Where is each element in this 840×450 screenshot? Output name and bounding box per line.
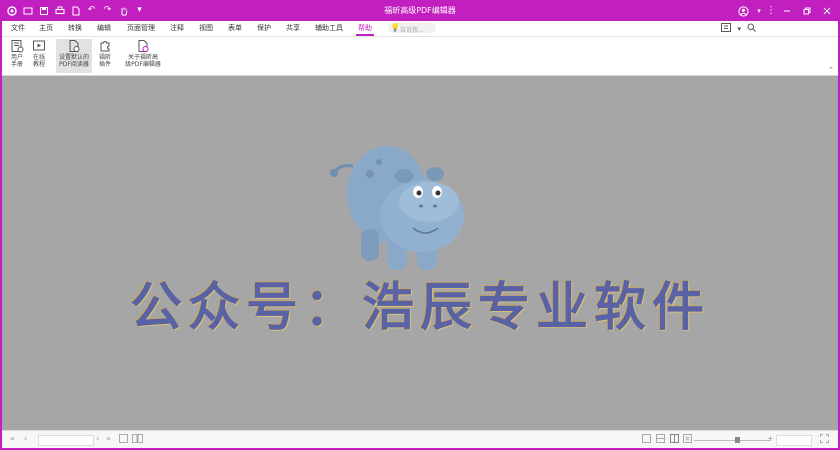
zoom-level-input[interactable] [776, 435, 812, 446]
account-icon[interactable] [736, 4, 750, 18]
two-page-icon[interactable] [132, 434, 143, 446]
menu-file[interactable]: 文件 [11, 23, 25, 33]
search-placeholder: 告诉我... [400, 27, 424, 34]
window-controls: ▾ ⋮ [736, 4, 834, 18]
plugins-label-1: 福昕 [98, 54, 111, 61]
page-view-icon[interactable] [119, 434, 128, 446]
search-icon[interactable] [747, 23, 756, 34]
page-number-input[interactable] [38, 435, 94, 446]
previous-page-icon[interactable]: ‹ [24, 434, 27, 444]
single-page-view-icon[interactable] [642, 434, 651, 446]
menu-share[interactable]: 共享 [286, 23, 300, 33]
layout-icon[interactable] [721, 23, 732, 34]
menu-view[interactable]: 视图 [199, 23, 213, 33]
menu-help[interactable]: 帮助 [356, 23, 374, 36]
restore-icon[interactable] [800, 4, 814, 18]
last-page-icon[interactable]: » [106, 434, 111, 444]
set-default-reader-label-2: PDF阅读器 [59, 61, 89, 68]
online-tutorial-label-1: 在线 [32, 54, 45, 61]
user-manual-label-1: 用户 [10, 54, 23, 61]
about-label-1: 关于福昕高 [127, 54, 158, 61]
search-box[interactable] [762, 28, 832, 29]
menu-edit[interactable]: 编辑 [97, 23, 111, 33]
next-page-icon[interactable]: › [96, 434, 99, 444]
user-manual-icon [11, 40, 24, 53]
zoom-slider-handle[interactable] [735, 437, 740, 443]
menu-comment[interactable]: 注释 [170, 23, 184, 33]
facing-view-icon[interactable] [670, 434, 679, 446]
menu-right-tools: ▾ [721, 23, 832, 34]
online-tutorial-button[interactable]: 在线 教程 [31, 39, 47, 68]
continuous-view-icon[interactable] [656, 434, 665, 446]
puzzle-icon [100, 41, 110, 52]
menu-bar: 文件 主页 转换 编辑 页面管理 注释 视图 表单 保护 共享 辅助工具 帮助 … [2, 21, 838, 37]
title-bar: ↶ ↷ ▾ 福昕高级PDF编辑器 ▾ ⋮ [2, 2, 838, 21]
fit-page-icon[interactable] [683, 434, 692, 446]
menu-home[interactable]: 主页 [39, 23, 53, 33]
about-button[interactable]: 关于福昕高 级PDF编辑器 [122, 39, 164, 68]
tell-me-search[interactable]: 💡 告诉我... [388, 23, 436, 34]
zoom-slider[interactable] [694, 440, 770, 441]
close-icon[interactable] [820, 4, 834, 18]
layout-dropdown-icon[interactable]: ▾ [737, 25, 741, 33]
app-window: ↶ ↷ ▾ 福昕高级PDF编辑器 ▾ ⋮ 文件 主页 转换 编辑 页面管理 注释… [2, 2, 838, 448]
collapse-ribbon-icon[interactable]: ⌃ [828, 66, 834, 74]
about-label-2: 级PDF编辑器 [125, 61, 161, 68]
set-default-reader-label-1: 设置默认的 [58, 54, 89, 61]
plugins-button[interactable]: 福昕 插件 [97, 39, 113, 68]
plugins-label-2: 插件 [98, 61, 111, 68]
set-default-reader-button[interactable]: 设置默认的 PDF阅读器 [56, 39, 92, 73]
minimize-icon[interactable] [780, 4, 794, 18]
first-page-icon[interactable]: « [10, 434, 15, 444]
menu-form[interactable]: 表单 [228, 23, 242, 33]
lightbulb-icon: 💡 [390, 23, 400, 32]
account-dropdown-icon[interactable]: ▾ [756, 4, 762, 18]
more-vertical-icon[interactable]: ⋮ [766, 4, 776, 18]
user-manual-label-2: 手册 [10, 61, 23, 68]
fullscreen-icon[interactable] [820, 434, 829, 446]
tutorial-icon [33, 40, 45, 51]
user-manual-button[interactable]: 用户 手册 [9, 39, 25, 68]
menu-accessibility[interactable]: 辅助工具 [315, 23, 343, 33]
default-reader-icon [69, 40, 80, 52]
status-bar: « ‹ › » + [2, 430, 838, 448]
ribbon-help: 用户 手册 在线 教程 设置默认的 PDF阅读器 福昕 插件 关于福昕高 级PD… [2, 37, 838, 76]
zoom-in-icon[interactable]: + [767, 434, 774, 444]
menu-protect[interactable]: 保护 [257, 23, 271, 33]
menu-convert[interactable]: 转换 [68, 23, 82, 33]
menu-organize[interactable]: 页面管理 [127, 23, 155, 33]
watermark-text: 公众号：浩辰专业软件 [129, 278, 710, 338]
window-title: 福昕高级PDF编辑器 [384, 6, 456, 15]
about-icon [138, 40, 149, 52]
document-area[interactable]: 公众号：浩辰专业软件 [2, 76, 838, 430]
online-tutorial-label-2: 教程 [32, 61, 45, 68]
